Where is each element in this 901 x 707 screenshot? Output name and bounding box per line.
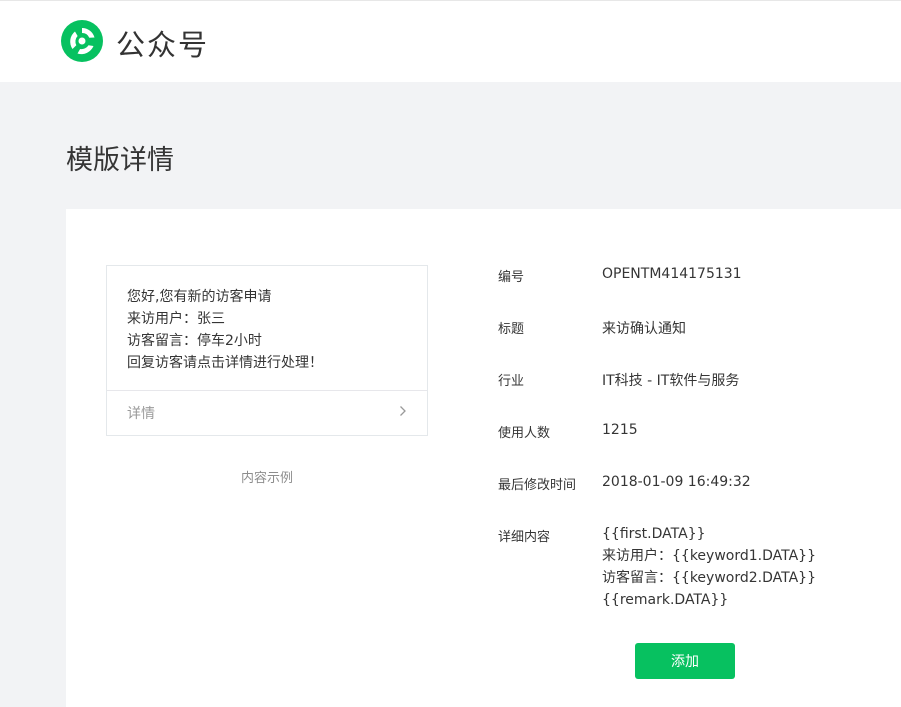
top-bar: 公众号 bbox=[0, 0, 901, 82]
wechat-official-account-logo-icon bbox=[60, 19, 104, 67]
info-label: 最后修改时间 bbox=[498, 478, 577, 493]
info-value-modified: 2018-01-09 16:49:32 bbox=[602, 474, 751, 490]
preview-caption: 内容示例 bbox=[240, 471, 293, 486]
content-line: 来访用户：{{keyword1.DATA}} bbox=[602, 548, 816, 564]
details-label: 详情 bbox=[127, 406, 155, 422]
info-label: 详细内容 bbox=[498, 530, 551, 545]
info-label: 编号 bbox=[498, 270, 525, 285]
template-detail-card: 您好,您有新的访客申请 来访用户：张三 访客留言：停车2小时 回复访客请点击详情… bbox=[66, 209, 901, 707]
preview-details-link[interactable]: 详情 bbox=[107, 390, 427, 435]
info-value-content: {{first.DATA}} 来访用户：{{keyword1.DATA}} 访客… bbox=[602, 523, 816, 611]
message-preview: 您好,您有新的访客申请 来访用户：张三 访客留言：停车2小时 回复访客请点击详情… bbox=[106, 265, 428, 436]
preview-line: 来访用户：张三 bbox=[127, 311, 225, 327]
add-button[interactable]: 添加 bbox=[635, 643, 735, 679]
brand-name: 公众号 bbox=[116, 28, 210, 62]
info-value-id: OPENTM414175131 bbox=[602, 266, 742, 282]
content-line: {{remark.DATA}} bbox=[602, 592, 729, 608]
chevron-right-icon bbox=[399, 405, 407, 421]
preview-body: 您好,您有新的访客申请 来访用户：张三 访客留言：停车2小时 回复访客请点击详情… bbox=[107, 266, 427, 374]
preview-line: 回复访客请点击详情进行处理！ bbox=[127, 355, 323, 371]
info-label: 行业 bbox=[498, 374, 525, 389]
info-value-users: 1215 bbox=[602, 422, 638, 438]
info-label: 标题 bbox=[498, 322, 525, 337]
content-line: {{first.DATA}} bbox=[602, 526, 706, 542]
page-title: 模版详情 bbox=[66, 145, 174, 176]
brand-logo[interactable]: 公众号 bbox=[60, 19, 210, 67]
preview-line: 访客留言：停车2小时 bbox=[127, 333, 262, 349]
info-value-title: 来访确认通知 bbox=[602, 321, 686, 337]
info-value-industry: IT科技 - IT软件与服务 bbox=[602, 373, 740, 389]
content-line: 访客留言：{{keyword2.DATA}} bbox=[602, 570, 816, 586]
preview-line: 您好,您有新的访客申请 bbox=[127, 289, 272, 305]
info-label: 使用人数 bbox=[498, 426, 551, 441]
